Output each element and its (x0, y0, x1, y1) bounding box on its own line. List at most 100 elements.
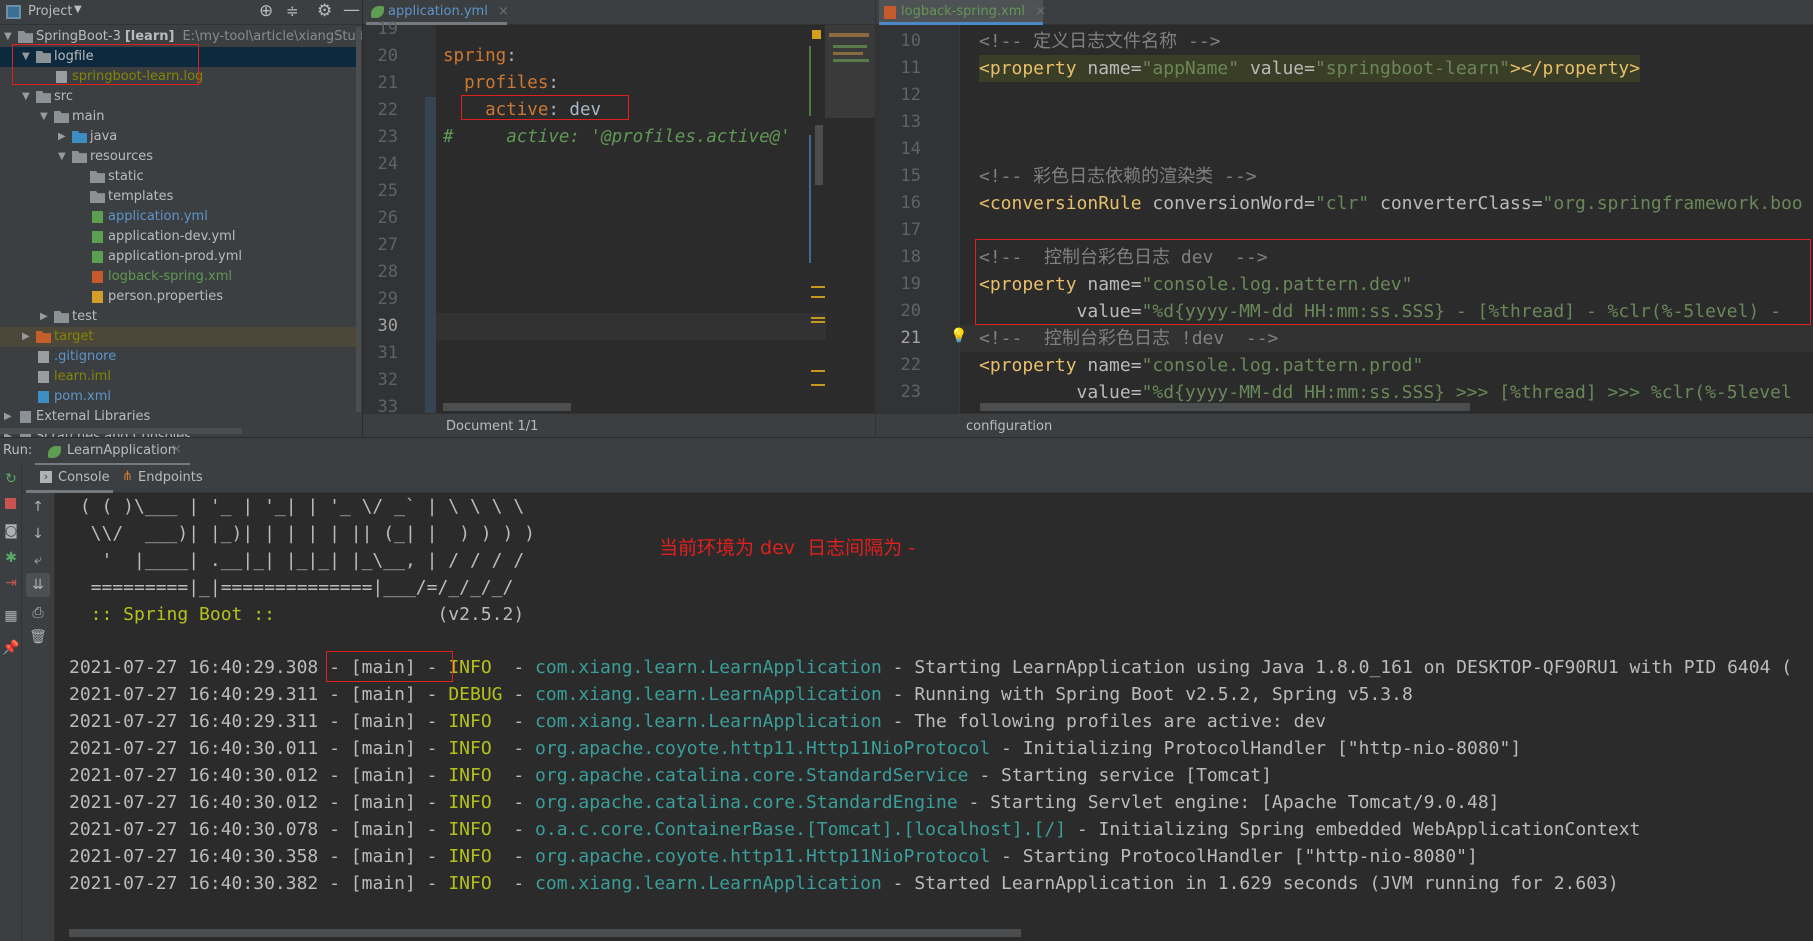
tree-item-logback-spring-xml[interactable]: logback-spring.xml (0, 267, 358, 287)
breadcrumb-document[interactable]: Document 1/1 (446, 414, 538, 437)
tree-item-src[interactable]: ▼ src (0, 87, 358, 107)
line-number: 11 (900, 58, 921, 78)
line-number: 22 (900, 355, 921, 375)
code-line[interactable]: <!-- 控制台彩色日志 !dev --> (979, 325, 1278, 352)
tree-item-test[interactable]: ▶ test (0, 307, 358, 327)
tree-scrollbar[interactable] (356, 27, 361, 412)
tree-item-pom-xml[interactable]: pom.xml (0, 387, 358, 407)
expanded-arrow-icon[interactable]: ▼ (22, 87, 30, 107)
code-line[interactable]: <property name="appName" value="springbo… (979, 55, 1641, 82)
tree-item-application-yml[interactable]: application.yml (0, 207, 358, 227)
debug-icon[interactable]: ✱ (1, 548, 21, 568)
tree-item-label: test (72, 307, 97, 327)
code-line[interactable]: active: dev (443, 97, 601, 124)
scroll-to-end-icon[interactable]: ⇊ (26, 573, 50, 597)
tree-item-resources[interactable]: ▼ resources (0, 147, 358, 167)
collapsed-arrow-icon[interactable]: ▶ (4, 407, 12, 427)
tree-hscrollbar[interactable] (0, 428, 242, 434)
tree-item-springboot-3[interactable]: ▼ SpringBoot-3 [learn] E:\my-tool\article\x… (0, 27, 362, 47)
soft-wrap-icon[interactable]: ⤶ (28, 550, 48, 570)
tab-endpoints[interactable]: ⋔ Endpoints (120, 465, 203, 493)
breadcrumb-tag[interactable]: configuration (966, 414, 1052, 437)
pin-icon[interactable]: 📌 (1, 638, 21, 658)
intention-bulb-icon[interactable]: 💡 (950, 328, 967, 344)
collapse-all-icon[interactable]: ≑ (286, 2, 299, 20)
code-token: ></property> (1510, 58, 1641, 79)
code-line[interactable]: <!-- 控制台彩色日志 dev --> (979, 244, 1268, 271)
tree-item--gitignore[interactable]: .gitignore (0, 347, 358, 367)
close-icon[interactable]: × (171, 442, 182, 457)
editor-vscrollbar[interactable] (815, 125, 823, 185)
collapsed-arrow-icon[interactable]: ▶ (40, 307, 48, 327)
spring-config-icon (92, 231, 103, 243)
code-line[interactable]: <!-- 定义日志文件名称 --> (979, 28, 1221, 55)
inspection-status-icon[interactable] (812, 30, 821, 39)
run-config-tab[interactable]: LearnApplication × (35, 438, 190, 466)
tree-item-external-libraries[interactable]: ▶ External Libraries (0, 407, 358, 427)
code-token: name= (1087, 58, 1142, 79)
camera-icon[interactable]: ◙ (1, 521, 21, 541)
layout-icon[interactable]: ▦ (1, 606, 21, 626)
locate-icon[interactable]: ⊕ (259, 1, 273, 21)
code-line[interactable]: <conversionRule conversionWord="clr" con… (979, 190, 1803, 217)
stop-icon[interactable] (5, 498, 16, 509)
expanded-arrow-icon[interactable]: ▼ (22, 47, 30, 67)
arrow-down-icon[interactable]: ↓ (28, 524, 48, 544)
expanded-arrow-icon[interactable]: ▼ (58, 147, 66, 167)
expanded-arrow-icon[interactable]: ▼ (4, 27, 12, 47)
close-icon[interactable]: × (498, 4, 509, 19)
code-line[interactable]: <property name="console.log.pattern.prod… (979, 352, 1423, 379)
item-name: main (72, 109, 105, 124)
tree-item-templates[interactable]: templates (0, 187, 358, 207)
console-hscrollbar[interactable] (69, 929, 1021, 937)
code-line[interactable]: spring: (443, 43, 517, 70)
banner-line: ' |____| .__|_| |_|_| |_\__, | / / / / (69, 550, 525, 571)
warning-marker[interactable] (811, 286, 825, 298)
log-separator: - (990, 846, 1023, 867)
code-line[interactable]: value="%d{yyyy-MM-dd HH:mm:ss.SSS} >>> [… (979, 379, 1792, 406)
warning-marker[interactable] (811, 370, 825, 386)
tree-item-application-dev-yml[interactable]: application-dev.yml (0, 227, 358, 247)
tab-console[interactable]: › Console (26, 465, 113, 493)
log-separator: - (502, 711, 536, 732)
tree-item-label: External Libraries (36, 407, 150, 427)
tree-item-learn-iml[interactable]: learn.iml (0, 367, 358, 387)
code-line[interactable]: <property name="console.log.pattern.dev" (979, 271, 1413, 298)
tree-item-person-properties[interactable]: person.properties (0, 287, 358, 307)
item-name: person.properties (108, 289, 224, 304)
editor-application-yml: application.yml × 19 20 spring: 21 profiles… (363, 0, 875, 437)
log-logger: com.xiang.learn.LearnApplication (535, 711, 882, 732)
exit-icon[interactable]: ⇥ (1, 573, 21, 593)
project-view-selector[interactable]: Project (28, 4, 72, 19)
code-token: "console.log.pattern.dev" (1141, 274, 1413, 295)
code-line[interactable]: profiles: (443, 70, 559, 97)
gear-icon[interactable]: ⚙ (317, 1, 332, 21)
rerun-icon[interactable]: ↻ (1, 469, 21, 489)
warning-marker[interactable] (811, 317, 825, 323)
close-icon[interactable]: × (1035, 4, 1046, 19)
minimap[interactable] (825, 25, 875, 118)
collapsed-arrow-icon[interactable]: ▶ (58, 127, 66, 147)
print-icon[interactable]: ⎙ (28, 603, 48, 623)
editor-hscrollbar[interactable] (443, 403, 571, 411)
tree-item-java[interactable]: ▶ java (0, 127, 358, 147)
code-line[interactable]: # active: '@profiles.active@' (443, 124, 791, 151)
tree-item-main[interactable]: ▼ main (0, 107, 358, 127)
tree-item-application-prod-yml[interactable]: application-prod.yml (0, 247, 358, 267)
collapsed-arrow-icon[interactable]: ▶ (22, 327, 30, 347)
hide-icon[interactable]: — (343, 0, 360, 20)
code-line[interactable]: value="%d{yyyy-MM-dd HH:mm:ss.SSS} - [%t… (979, 298, 1781, 325)
chevron-down-icon[interactable]: ▼ (74, 4, 82, 15)
tree-item-springboot-learn-log[interactable]: springboot-learn.log (0, 67, 358, 87)
trash-icon[interactable]: 🗑 (28, 627, 48, 647)
editor-tabbar: logback-spring.xml × (876, 0, 1813, 25)
code-line[interactable]: <!-- 彩色日志依赖的渲染类 --> (979, 163, 1257, 190)
tab-logback-spring-xml[interactable]: logback-spring.xml × (879, 0, 1046, 25)
editor-hscrollbar[interactable] (980, 403, 1470, 411)
expanded-arrow-icon[interactable]: ▼ (40, 107, 48, 127)
tree-item-static[interactable]: static (0, 167, 358, 187)
tree-item-target[interactable]: ▶ target (0, 327, 358, 347)
line-number: 14 (900, 139, 921, 159)
tree-item-logfile[interactable]: ▼ logfile (0, 47, 358, 67)
arrow-up-icon[interactable]: ↑ (28, 497, 48, 517)
